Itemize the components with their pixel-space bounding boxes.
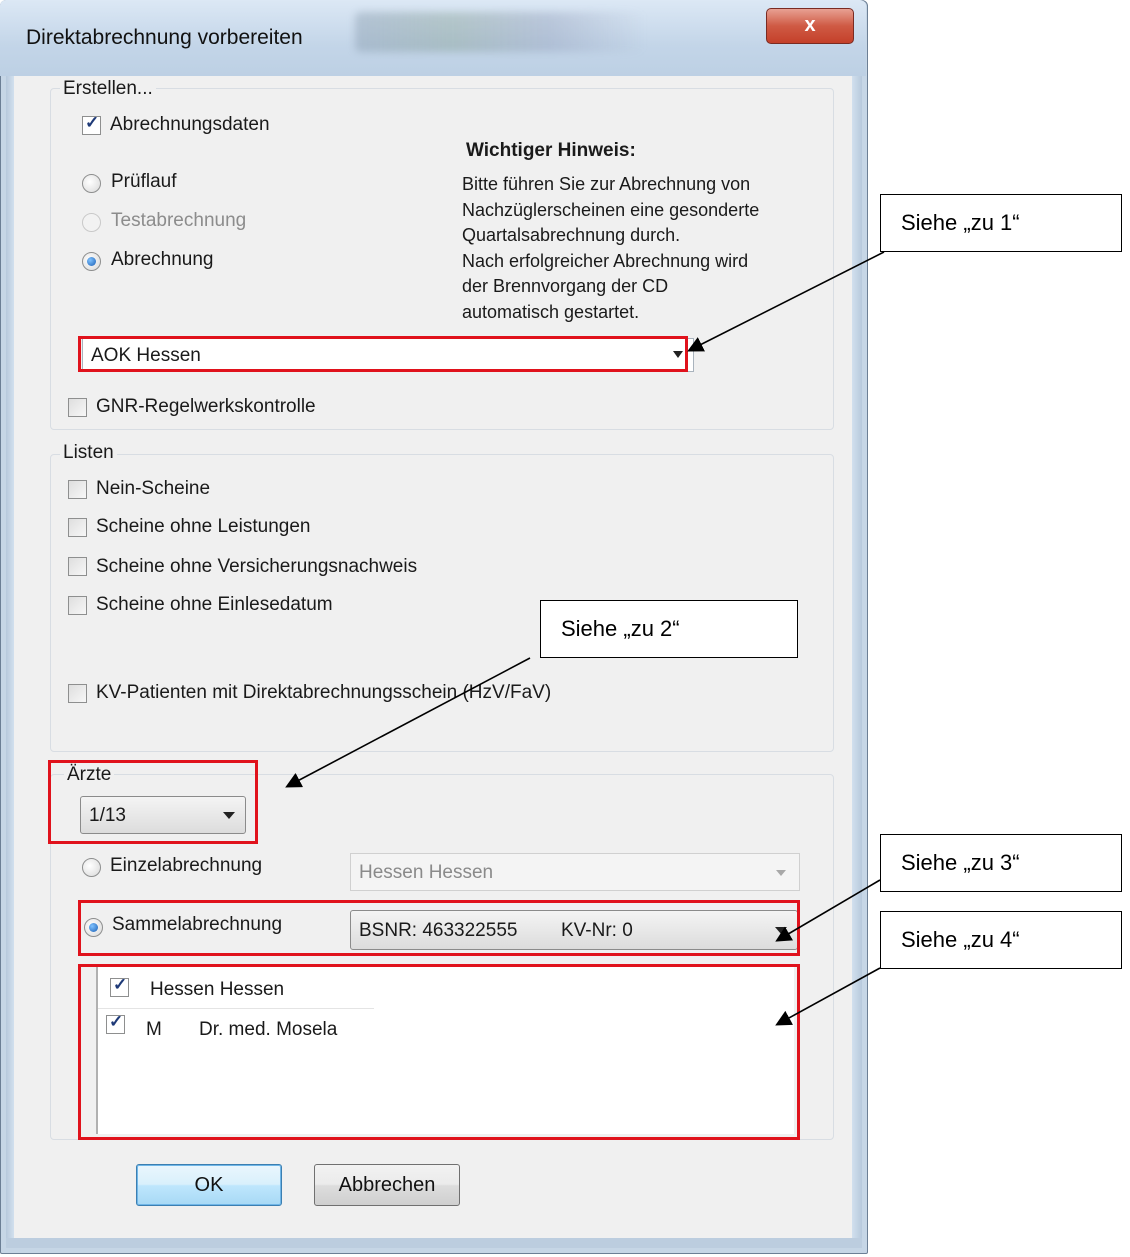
arrow-zu1: [687, 251, 885, 352]
arrow-zu3: [775, 879, 881, 942]
annotation-arrows: [285, 251, 885, 1026]
arrow-zu4: [775, 967, 881, 1026]
arrow-zu2: [285, 657, 531, 788]
